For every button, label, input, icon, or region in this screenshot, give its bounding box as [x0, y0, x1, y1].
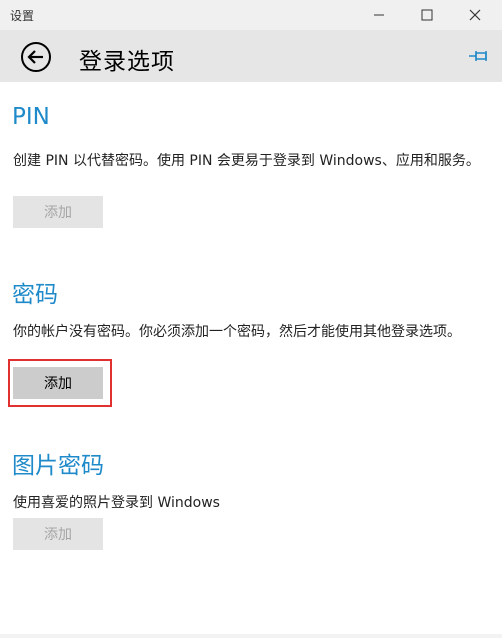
picture-password-section-title: 图片密码 — [12, 453, 104, 479]
picture-password-description: 使用喜爱的照片登录到 Windows — [13, 495, 220, 511]
add-pin-button[interactable]: 添加 — [13, 196, 103, 228]
pin-description: 创建 PIN 以代替密码。使用 PIN 会更易于登录到 Windows、应用和服… — [13, 153, 480, 169]
minimize-icon — [374, 14, 384, 16]
back-button[interactable] — [20, 41, 52, 73]
pin-section-title: PIN — [12, 104, 50, 130]
pin-icon — [469, 51, 487, 61]
window-title: 设置 — [10, 9, 35, 23]
back-arrow-icon — [21, 42, 51, 72]
add-password-button[interactable]: 添加 — [13, 367, 103, 399]
pin-to-start-button[interactable] — [468, 48, 490, 64]
close-button[interactable] — [452, 0, 498, 30]
maximize-icon — [421, 9, 433, 21]
add-picture-password-button[interactable]: 添加 — [13, 518, 103, 550]
page-header: 登录选项 — [0, 30, 502, 82]
page-title: 登录选项 — [79, 49, 175, 75]
title-bar: 设置 — [0, 0, 502, 30]
minimize-button[interactable] — [356, 0, 402, 30]
bottom-divider — [0, 634, 502, 638]
close-icon — [469, 9, 481, 21]
password-description: 你的帐户没有密码。你必须添加一个密码，然后才能使用其他登录选项。 — [13, 324, 461, 340]
password-section-title: 密码 — [12, 282, 58, 308]
maximize-button[interactable] — [404, 0, 450, 30]
